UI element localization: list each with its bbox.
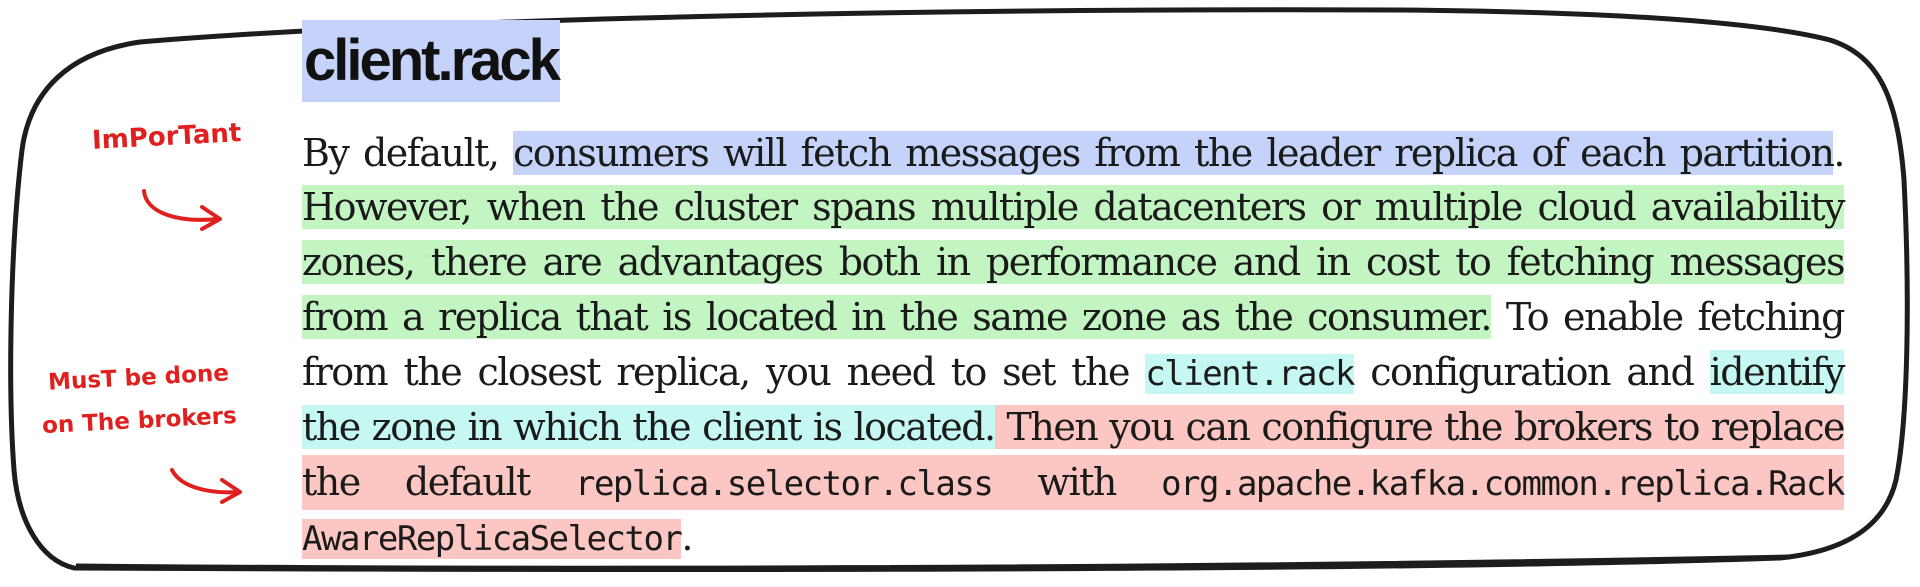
text-segment: with	[992, 460, 1162, 504]
paragraph-line: the default replica.selector.class with …	[302, 455, 1845, 510]
inline-code-class-name: AwareReplicaSelector	[302, 519, 683, 559]
highlight-green: However, when the cluster spans multiple…	[302, 185, 1846, 229]
text-segment: .	[1833, 131, 1845, 175]
inline-code-client-rack: client.rack	[1145, 354, 1355, 394]
highlight-cyan: the zone in which the client is located.	[302, 405, 996, 449]
text-segment: .	[681, 515, 693, 559]
inline-code-selector-class: replica.selector.class	[574, 464, 994, 504]
paragraph-line: from a replica that is located in the sa…	[302, 290, 1846, 345]
highlight-green: zones, there are advantages both in perf…	[302, 240, 1846, 284]
paragraph-line: However, when the cluster spans multiple…	[302, 180, 1846, 235]
highlight-red: Then you can configure the brokers to re…	[994, 405, 1846, 449]
highlight-blue: consumers will fetch messages from the l…	[513, 131, 1835, 175]
paragraph-line: By default, consumers will fetch message…	[302, 126, 1845, 181]
paragraph-line: zones, there are advantages both in perf…	[302, 235, 1846, 290]
text-segment: To enable fetching	[1490, 295, 1846, 339]
text-segment: the default	[302, 460, 575, 504]
arrow-icon	[170, 468, 242, 504]
paragraph-line: AwareReplicaSelector.	[302, 510, 1844, 565]
paragraph-line: from the closest replica, you need to se…	[302, 345, 1846, 400]
text-segment: from the closest replica, you need to se…	[302, 350, 1146, 394]
highlight-green: from a replica that is located in the sa…	[302, 295, 1492, 339]
paragraph-line: the zone in which the client is located.…	[302, 400, 1846, 455]
inline-code-class-name: org.apache.kafka.common.replica.Rack	[1161, 464, 1845, 504]
page-title: client.rack	[302, 20, 561, 102]
text-segment: By default,	[302, 131, 514, 175]
text-segment: configuration and	[1353, 350, 1710, 394]
highlight-cyan: identify	[1709, 350, 1846, 394]
arrow-icon	[142, 189, 222, 231]
